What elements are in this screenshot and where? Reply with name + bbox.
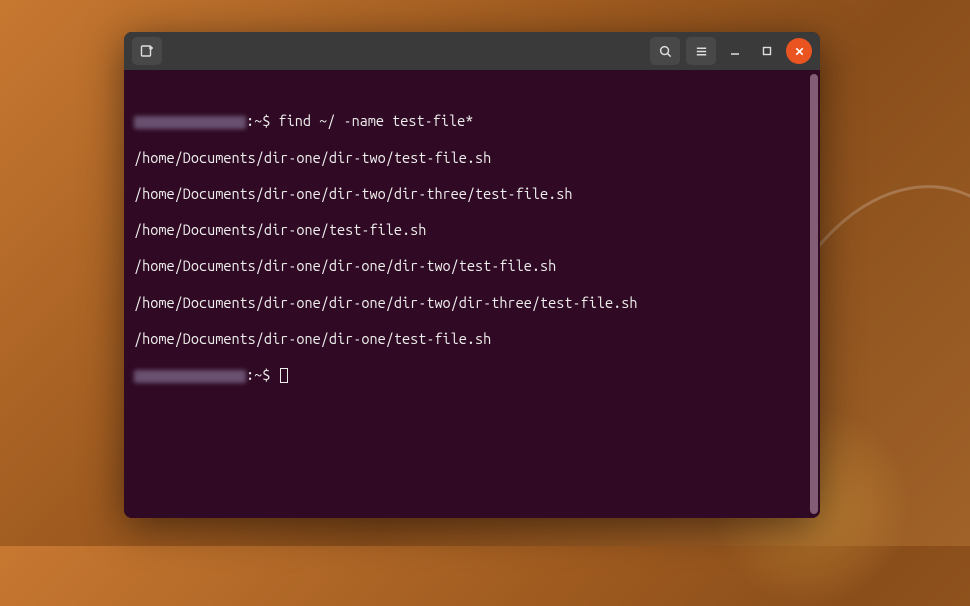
output-line: /home/Documents/dir-one/dir-two/dir-thre… (134, 185, 810, 203)
prompt-line-1: :~$ find ~/ -name test-file* (134, 112, 810, 130)
prompt-user-redacted (134, 116, 246, 129)
menu-button[interactable] (686, 37, 716, 65)
output-line: /home/Documents/dir-one/dir-two/test-fil… (134, 149, 810, 167)
minimize-button[interactable] (722, 38, 748, 64)
minimize-icon (729, 45, 741, 57)
output-line: /home/Documents/dir-one/dir-one/test-fil… (134, 330, 810, 348)
output-line: /home/Documents/dir-one/dir-one/dir-two/… (134, 257, 810, 275)
output-line: /home/Documents/dir-one/test-file.sh (134, 221, 810, 239)
search-button[interactable] (650, 37, 680, 65)
titlebar[interactable] (124, 32, 820, 70)
search-icon (658, 44, 673, 59)
prompt-suffix: :~$ (246, 112, 278, 129)
new-tab-icon (139, 43, 155, 59)
prompt-user-redacted (134, 370, 246, 383)
scrollbar[interactable] (810, 74, 818, 514)
close-button[interactable] (786, 38, 812, 64)
hamburger-icon (694, 44, 709, 59)
cursor (280, 368, 288, 383)
terminal-window: :~$ find ~/ -name test-file* /home/Docum… (124, 32, 820, 518)
new-tab-button[interactable] (132, 37, 162, 65)
titlebar-right (650, 37, 812, 65)
terminal-body[interactable]: :~$ find ~/ -name test-file* /home/Docum… (124, 70, 820, 518)
close-icon (794, 46, 805, 57)
output-line: /home/Documents/dir-one/dir-one/dir-two/… (134, 294, 810, 312)
prompt-suffix: :~$ (246, 366, 278, 383)
maximize-icon (761, 45, 773, 57)
titlebar-left (132, 37, 162, 65)
command-text: find ~/ -name test-file* (278, 112, 473, 129)
maximize-button[interactable] (754, 38, 780, 64)
prompt-line-2: :~$ (134, 366, 810, 384)
